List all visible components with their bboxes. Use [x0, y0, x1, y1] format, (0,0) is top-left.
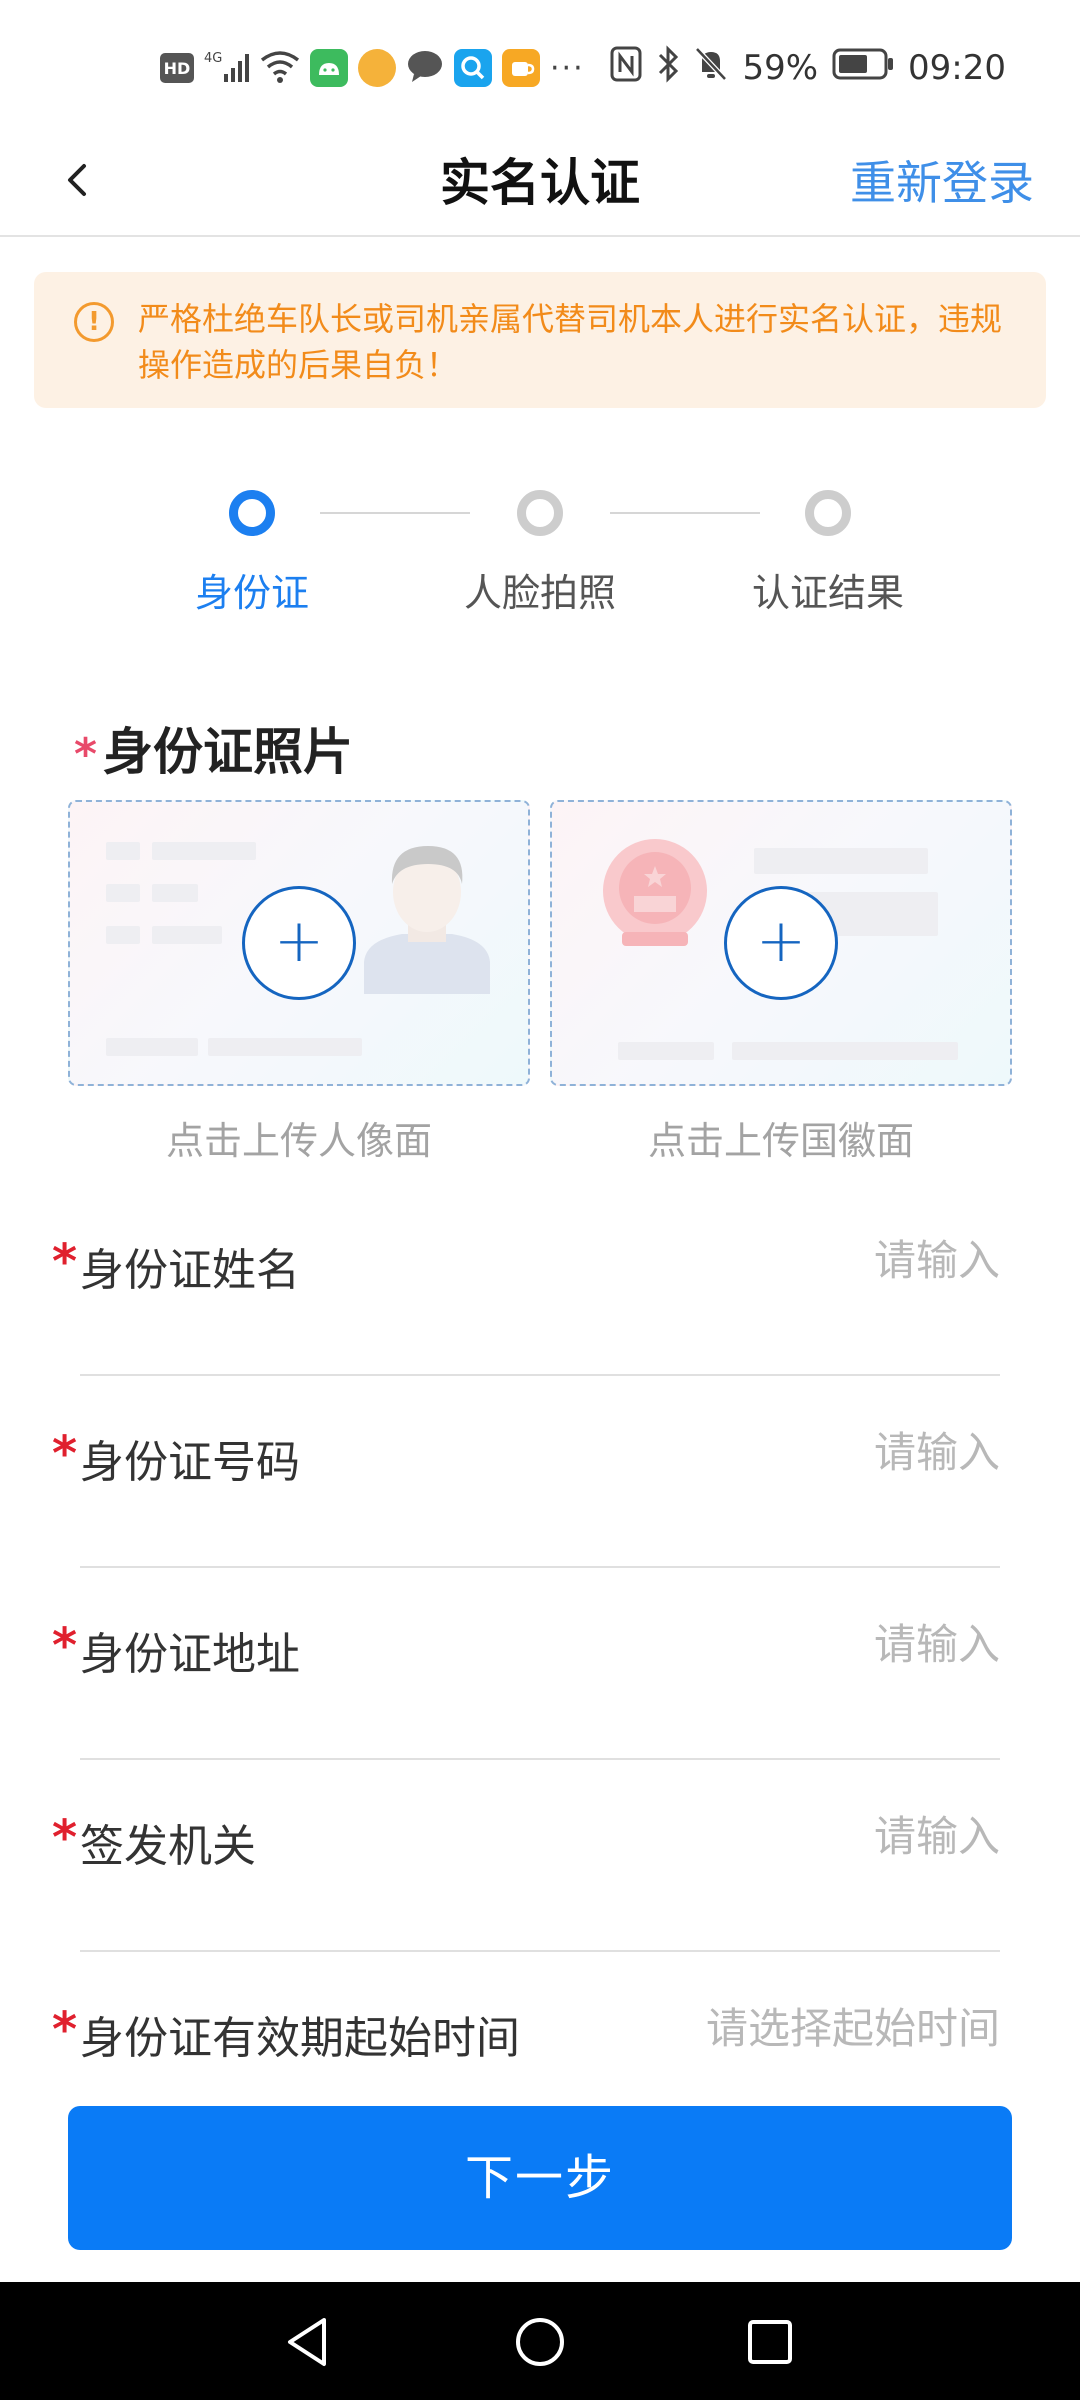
step-indicator-icon: [805, 490, 851, 536]
required-mark: *: [52, 1618, 78, 1674]
field-label: 身份证有效期起始时间: [80, 2013, 520, 2064]
step-indicator-icon: [229, 490, 275, 536]
placeholder-bar: [106, 884, 140, 902]
add-photo-icon: +: [242, 886, 356, 1000]
signal-icon: 4G: [204, 48, 250, 88]
bell-muted-icon: [694, 46, 728, 91]
id-photo-section-title: * 身份证照片: [74, 712, 353, 784]
nav-recents-button[interactable]: [740, 2312, 800, 2372]
battery-icon: [832, 48, 894, 89]
field-id-number: * 身份证号码: [0, 1376, 1080, 1568]
required-mark: *: [52, 1810, 78, 1866]
step-face-photo: 人脸拍照: [430, 480, 650, 617]
more-notifications-icon: ···: [550, 50, 585, 86]
back-upload-caption: 点击上传国徽面: [647, 1119, 914, 1163]
placeholder-bar: [106, 926, 140, 944]
id-address-input[interactable]: [580, 1614, 1000, 1674]
progress-stepper: 身份证 人脸拍照 认证结果: [0, 480, 1080, 630]
field-id-address: * 身份证地址: [0, 1568, 1080, 1760]
nav-home-button[interactable]: [510, 2312, 570, 2372]
app-icon: [502, 49, 540, 87]
add-photo-icon: +: [724, 886, 838, 1000]
field-label: 签发机关: [80, 1821, 256, 1872]
upload-id-front[interactable]: +: [68, 800, 530, 1086]
placeholder-bar: [732, 1042, 958, 1060]
warning-banner: ! 严格杜绝车队长或司机亲属代替司机本人进行实名认证，违规操作造成的后果自负！: [34, 272, 1046, 408]
system-nav-bar: [0, 2282, 1080, 2400]
front-upload-caption: 点击上传人像面: [165, 1119, 432, 1163]
step-id-card: 身份证: [142, 480, 362, 617]
validity-start-picker[interactable]: [580, 1998, 1000, 2058]
wifi-icon: [260, 48, 300, 88]
id-photo-title-text: 身份证照片: [103, 723, 354, 781]
field-id-name: * 身份证姓名: [0, 1184, 1080, 1376]
circle-home-icon: [516, 2318, 564, 2366]
triangle-back-icon: [288, 2318, 326, 2366]
placeholder-bar: [106, 842, 140, 860]
upload-id-back[interactable]: +: [550, 800, 1012, 1086]
id-number-input[interactable]: [580, 1422, 1000, 1482]
placeholder-bar: [106, 1038, 198, 1056]
search-app-icon: [454, 49, 492, 87]
issuing-authority-input[interactable]: [580, 1806, 1000, 1866]
clock: 09:20: [908, 48, 1006, 88]
portrait-placeholder-icon: [364, 846, 490, 994]
placeholder-bar: [152, 926, 222, 944]
warning-text: 严格杜绝车队长或司机亲属代替司机本人进行实名认证，违规操作造成的后果自负！: [138, 300, 1003, 384]
status-left: HD 4G ···: [160, 44, 585, 92]
svg-text:4G: 4G: [204, 51, 222, 66]
field-label: 身份证号码: [80, 1437, 300, 1488]
battery-percent: 59%: [742, 48, 819, 88]
status-bar: HD 4G ··· 59% 09:20: [0, 0, 1080, 130]
required-mark: *: [52, 2002, 78, 2058]
step-label: 人脸拍照: [463, 571, 616, 615]
id-name-input[interactable]: [580, 1230, 1000, 1290]
required-mark: *: [52, 1234, 78, 1290]
placeholder-bar: [152, 884, 198, 902]
square-recents-icon: [748, 2320, 792, 2364]
required-mark: *: [74, 729, 98, 780]
app-icon: [358, 49, 396, 87]
placeholder-bar: [208, 1038, 362, 1056]
warning-icon: !: [74, 302, 114, 342]
placeholder-bar: [152, 842, 256, 860]
placeholder-bar: [618, 1042, 714, 1060]
step-label: 身份证: [194, 571, 309, 615]
hd-icon: HD: [160, 53, 194, 83]
step-indicator-icon: [517, 490, 563, 536]
national-emblem-placeholder-icon: [603, 839, 707, 946]
bluetooth-icon: [656, 44, 680, 92]
next-step-button[interactable]: 下一步: [68, 2106, 1012, 2250]
nav-back-button[interactable]: [280, 2312, 340, 2372]
status-right: 59% 09:20: [610, 44, 1006, 92]
field-issuing-authority: * 签发机关: [0, 1760, 1080, 1952]
relogin-link[interactable]: 重新登录: [850, 130, 1034, 237]
field-label: 身份证姓名: [80, 1245, 300, 1296]
field-label: 身份证地址: [80, 1629, 300, 1680]
step-label: 认证结果: [751, 571, 904, 615]
required-mark: *: [52, 1426, 78, 1482]
android-icon: [310, 49, 348, 87]
chat-icon: [406, 48, 444, 88]
placeholder-bar: [754, 848, 928, 874]
step-result: 认证结果: [718, 480, 938, 617]
app-header: 实名认证 重新登录: [0, 130, 1080, 237]
nfc-icon: [610, 46, 642, 91]
